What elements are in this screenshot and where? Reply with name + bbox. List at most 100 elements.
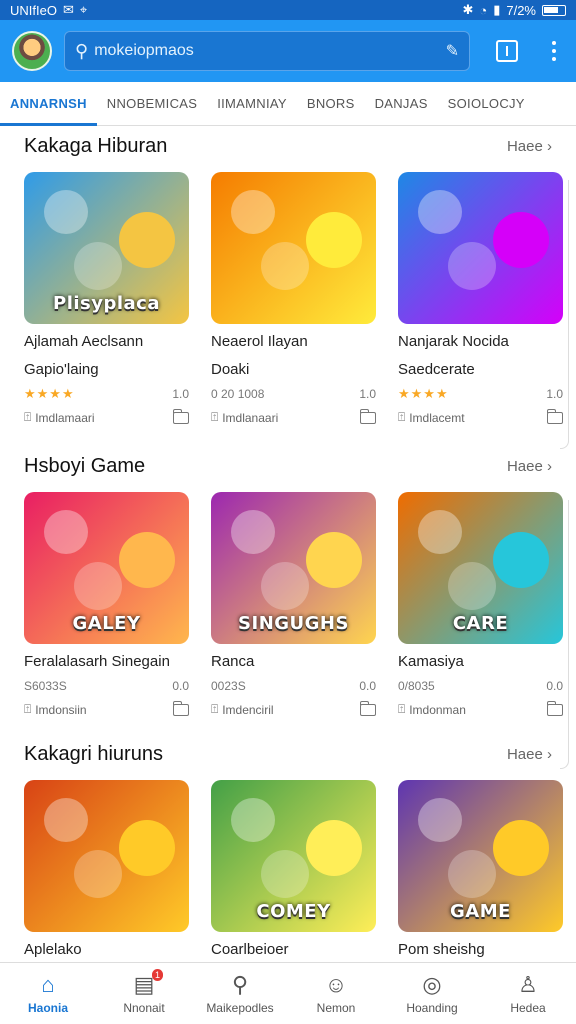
game-stats: 0 20 1008 [211,387,265,401]
content-section: Hsboyi Game Haee › GALEY Feralalasarh Sineg… [0,448,576,769]
search-input[interactable] [94,42,440,60]
card-actions: ⍐ Imdenciril [211,700,376,717]
artwork-shape [448,562,496,610]
install-action[interactable]: ⍐ Imdlamaari [24,410,95,425]
person-icon: ☺ [324,971,348,997]
overflow-menu-button[interactable] [544,40,564,62]
card-actions: ⍐ Imdonman [398,700,563,717]
see-more-link[interactable]: Haee › [507,746,552,763]
game-card[interactable]: SINGUGHS Ranca 0023S 0.0 ⍐ Imdenciril [211,492,376,764]
game-title: Pom sheishg [398,941,485,958]
section-header: Hsboyi Game Haee › [0,448,576,484]
nav-item-hoanding[interactable]: ◎ Hoanding [384,972,480,1015]
artwork-shape [448,242,496,290]
bottom-navigation: ⌂ Haonia ▤ 1 Nnonait ⚲ Maikepodles ☺ Nemon ◎ Hoand… [0,962,576,1024]
game-thumbnail[interactable]: GALEY [24,492,189,644]
install-label: Imdonman [409,702,466,717]
thumbnail-text: GAME [450,901,511,922]
install-action[interactable]: ⍐ Imdonman [398,702,466,717]
artwork-shape [493,212,549,268]
tab-4[interactable]: DANJAS [365,82,438,126]
folder-icon[interactable] [547,700,563,716]
nav-item-hedea[interactable]: ♙ Hedea [480,972,576,1015]
game-title: Kamasiya [398,653,464,670]
install-action[interactable]: ⍐ Imdlanaari [211,410,278,425]
nav-item-nemon[interactable]: ☺ Nemon [288,971,384,1015]
artwork-shape [119,212,175,268]
game-card[interactable]: GALEY Feralalasarh Sinegain S6033S 0.0 ⍐ Imdo… [24,492,189,764]
game-thumbnail[interactable]: COMEY [211,780,376,932]
folder-icon[interactable] [547,408,563,424]
game-meta: 0023S 0.0 [211,678,376,694]
status-carrier: UNIfIeO [10,2,57,18]
game-thumbnail[interactable]: GAME [398,780,563,932]
game-meta: 0/8035 0.0 [398,678,563,694]
artwork-shape [306,212,362,268]
nav-item-haonia[interactable]: ⌂ Haonia [0,972,96,1015]
card-actions: ⍐ Imdlacemt [398,408,563,425]
game-thumbnail[interactable] [211,172,376,324]
artwork-shape [231,510,275,554]
install-label: Imdlanaari [222,410,279,425]
thumbnail-text: CARE [452,613,509,634]
thumbnail-text: Plisyplaca [53,293,160,314]
game-subtitle: Saedcerate [398,361,475,378]
tab-3[interactable]: BNORS [297,82,365,126]
tab-1[interactable]: NNOBEMICAS [97,82,207,126]
install-action[interactable]: ⍐ Imdlacemt [398,410,465,425]
artwork-shape [74,562,122,610]
game-meta: ★★★★ 1.0 [24,386,189,402]
voice-search-icon[interactable]: ✎ [446,41,459,61]
install-action[interactable]: ⍐ Imdonsiin [24,702,87,717]
game-card[interactable]: Neaerol Ilayan Doaki 0 20 1008 1.0 ⍐ Imdlanaa… [211,172,376,444]
status-left: UNIfIeO ✉ ⌖ [10,2,87,18]
install-icon: ⍐ [24,702,32,716]
artwork-shape [119,820,175,876]
game-meta: S6033S 0.0 [24,678,189,694]
status-bar: UNIfIeO ✉ ⌖ ✱ ◔ ▮ 7/2% [0,0,576,20]
see-more-link[interactable]: Haee › [507,458,552,475]
folder-icon[interactable] [173,408,189,424]
game-thumbnail[interactable]: SINGUGHS [211,492,376,644]
folder-icon[interactable] [360,408,376,424]
app-screen: UNIfIeO ✉ ⌖ ✱ ◔ ▮ 7/2% ⚲ ✎ ANNARNSHNNOBE… [0,0,576,1024]
mail-icon: ✉ [62,2,74,17]
game-thumbnail[interactable]: CARE [398,492,563,644]
tab-0[interactable]: ANNARNSH [0,82,97,126]
nav-item-maikepodles[interactable]: ⚲ Maikepodles [192,972,288,1015]
game-thumbnail[interactable] [398,172,563,324]
install-action[interactable]: ⍐ Imdenciril [211,702,274,717]
nav-label: Nemon [316,1000,356,1015]
game-card[interactable]: Nanjarak Nocida Saedcerate ★★★★ 1.0 ⍐ Imdlace… [398,172,569,449]
nav-label: Hoanding [406,1000,458,1015]
artwork-shape [44,510,88,554]
game-subtitle: Gapio'laing [24,361,99,378]
install-icon: ⍐ [398,702,406,716]
nav-label: Maikepodles [206,1000,274,1015]
search-bar[interactable]: ⚲ ✎ [64,31,470,71]
tab-5[interactable]: SOIOLOCJY [438,82,535,126]
game-title: Feralalasarh Sinegain [24,653,170,670]
artwork-shape [306,820,362,876]
folder-icon[interactable] [360,700,376,716]
install-icon: ⍐ [24,410,32,424]
game-meta: ★★★★ 1.0 [398,386,563,402]
game-card[interactable]: CARE Kamasiya 0/8035 0.0 ⍐ Imdonman [398,492,569,769]
install-label: Imdlacemt [409,410,465,425]
tab-2[interactable]: IIMAMNIAY [207,82,297,126]
game-card[interactable]: Plisyplaca Ajlamah Aeclsann Gapio'laing ★★★… [24,172,189,444]
avatar[interactable] [12,31,52,71]
artwork-shape [44,190,88,234]
folder-icon[interactable] [173,700,189,716]
nav-item-nnonait[interactable]: ▤ 1 Nnonait [96,968,192,1015]
game-version: 0.0 [546,679,563,693]
artwork-shape [231,190,275,234]
game-version: 0.0 [359,679,376,693]
game-thumbnail[interactable]: Plisyplaca [24,172,189,324]
game-version: 1.0 [172,387,189,401]
game-thumbnail[interactable] [24,780,189,932]
section-title: Hsboyi Game [24,454,146,477]
artwork-shape [74,242,122,290]
see-more-link[interactable]: Haee › [507,138,552,155]
library-button[interactable] [496,40,518,62]
